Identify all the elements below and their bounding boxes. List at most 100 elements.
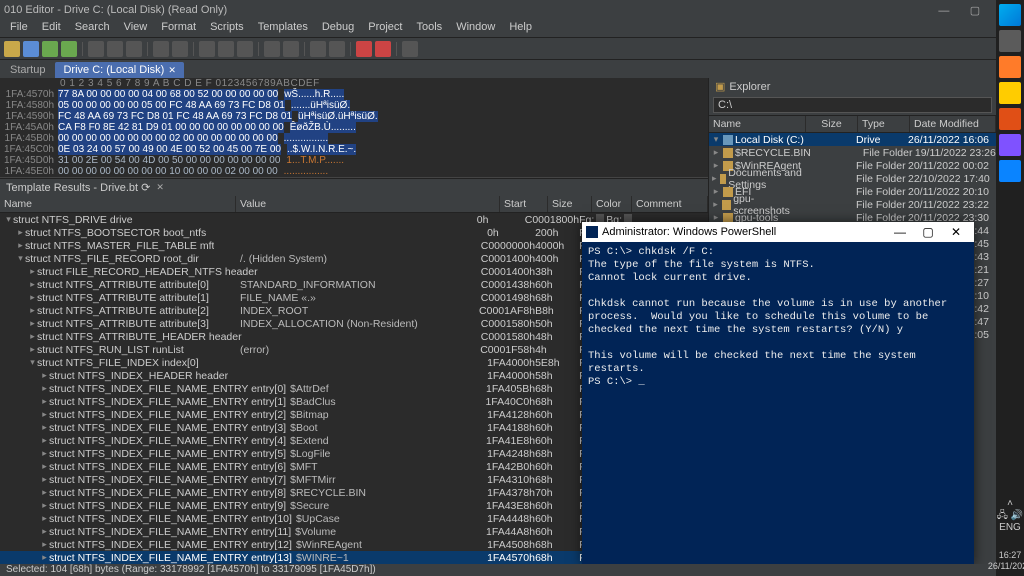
run-script-icon[interactable] [356,41,372,57]
hex-ascii[interactable]: 1...T.M.P....... [280,155,344,166]
toggle2-icon[interactable] [329,41,345,57]
system-tray[interactable]: ˄ 🖧 🔊 ENG [997,498,1023,534]
find-prev-icon[interactable] [237,41,253,57]
tray-lang[interactable]: ENG [997,522,1023,534]
tree-twisty-icon[interactable]: ▸ [16,227,25,238]
powershell-window[interactable]: Administrator: Windows PowerShell — ▢ ✕ … [582,222,974,564]
hex-bytes[interactable]: 0E 03 24 00 57 00 49 00 4E 00 52 00 45 0… [58,144,281,155]
col-start[interactable]: Start [500,196,548,212]
menu-project[interactable]: Project [362,20,408,37]
tray-expand-icon[interactable]: ˄ [997,498,1023,510]
tree-twisty-icon[interactable]: ▸ [40,409,49,420]
minimize-button[interactable]: — [930,5,958,17]
tree-twisty-icon[interactable]: ▸ [40,370,49,381]
tree-twisty-icon[interactable]: ▸ [40,513,49,524]
menu-search[interactable]: Search [69,20,116,37]
col-color[interactable]: Color [592,196,632,212]
explorer-row[interactable]: ▸Documents and SettingsFile Folder22/10/… [709,172,996,185]
menu-file[interactable]: File [4,20,34,37]
hex-ascii[interactable]: ..$.W.I.N.R.E.~. [281,144,356,155]
taskbar-app-icon[interactable] [999,134,1021,156]
new-icon[interactable] [4,41,20,57]
text-icon[interactable] [283,41,299,57]
menu-debug[interactable]: Debug [316,20,360,37]
tree-twisty-icon[interactable]: ▾ [711,134,721,145]
hex-bytes[interactable]: 77 8A 00 00 00 00 04 00 68 00 52 00 00 0… [58,89,278,100]
taskbar-app-icon[interactable] [999,160,1021,182]
tray-network-icon[interactable]: 🖧 🔊 [997,510,1023,522]
powershell-title-bar[interactable]: Administrator: Windows PowerShell — ▢ ✕ [582,222,974,242]
tree-twisty-icon[interactable]: ▸ [28,292,37,303]
tree-twisty-icon[interactable]: ▸ [40,539,49,550]
menu-tools[interactable]: Tools [411,20,449,37]
tree-twisty-icon[interactable]: ▸ [28,305,37,316]
tree-twisty-icon[interactable]: ▸ [711,147,721,158]
taskbar-windows-icon[interactable] [999,4,1021,26]
tree-twisty-icon[interactable]: ▸ [40,552,49,563]
taskbar-app-icon[interactable] [999,30,1021,52]
hex-bytes[interactable]: 05 00 00 00 00 00 05 00 FC 48 AA 69 73 F… [58,100,285,111]
close-button[interactable]: ✕ [942,225,970,239]
hex-ascii[interactable]: wŠ......h.R..... [278,89,344,100]
hex-bytes[interactable]: 00 00 00 00 00 00 00 00 10 00 00 00 02 0… [58,166,278,177]
tab-startup[interactable]: Startup [2,62,53,78]
tree-twisty-icon[interactable]: ▸ [40,500,49,511]
col-date[interactable]: Date Modified [910,116,996,132]
hex-ascii[interactable]: ................ [278,166,328,177]
hex-ascii[interactable]: .......üHªisüØ. [285,100,350,111]
find-next-icon[interactable] [218,41,234,57]
tree-twisty-icon[interactable]: ▸ [40,448,49,459]
powershell-output[interactable]: PS C:\> chkdsk /F C: The type of the fil… [582,242,974,564]
maximize-button[interactable]: ▢ [961,4,989,17]
hex-editor[interactable]: 0 1 2 3 4 5 6 7 8 9 A B C D E F 01234567… [0,78,708,178]
tree-twisty-icon[interactable]: ▸ [40,383,49,394]
tree-twisty-icon[interactable]: ▸ [40,422,49,433]
cut-icon[interactable] [88,41,104,57]
hex-icon[interactable] [264,41,280,57]
run-template-icon[interactable] [375,41,391,57]
tree-twisty-icon[interactable]: ▾ [4,214,13,225]
explorer-row[interactable]: ▸gpu-screenshotsFile Folder20/11/2022 23… [709,198,996,211]
menu-help[interactable]: Help [503,20,538,37]
copy-icon[interactable] [107,41,123,57]
minimize-button[interactable]: — [886,225,914,239]
find-icon[interactable] [199,41,215,57]
paste-icon[interactable] [126,41,142,57]
tree-twisty-icon[interactable]: ▾ [28,357,37,368]
redo-icon[interactable] [172,41,188,57]
hex-ascii[interactable]: ................ [278,133,328,144]
tree-twisty-icon[interactable]: ▸ [16,240,25,251]
hex-bytes[interactable]: 31 00 2E 00 54 00 4D 00 50 00 00 00 00 0… [58,155,280,166]
explorer-row[interactable]: ▾Local Disk (C:)Drive26/11/2022 16:06 [709,133,996,146]
menu-view[interactable]: View [118,20,154,37]
taskbar-clock[interactable]: 16:27 26/11/2022 [988,550,1024,572]
col-type[interactable]: Type [858,116,910,132]
tree-twisty-icon[interactable]: ▸ [40,396,49,407]
tree-twisty-icon[interactable]: ▾ [16,253,25,264]
toggle-icon[interactable] [310,41,326,57]
tree-twisty-icon[interactable]: ▸ [28,318,37,329]
col-comment[interactable]: Comment [632,196,708,212]
menu-window[interactable]: Window [450,20,501,37]
tree-twisty-icon[interactable]: ▸ [40,474,49,485]
hex-ascii[interactable]: ÊøðŽB.Ù......... [284,122,356,133]
tree-twisty-icon[interactable]: ▸ [28,344,37,355]
menu-scripts[interactable]: Scripts [204,20,250,37]
taskbar-app-icon[interactable] [999,108,1021,130]
tab-close-icon[interactable]: ✕ [168,65,176,76]
close-icon[interactable]: ✕ [156,182,164,193]
hex-bytes[interactable]: CA F8 F0 8E 42 81 D9 01 00 00 00 00 00 0… [58,122,284,133]
save-all-icon[interactable] [61,41,77,57]
path-input[interactable] [713,97,992,113]
save-icon[interactable] [42,41,58,57]
tree-twisty-icon[interactable]: ▸ [711,173,718,184]
undo-icon[interactable] [153,41,169,57]
menu-edit[interactable]: Edit [36,20,67,37]
taskbar-firefox-icon[interactable] [999,56,1021,78]
explorer-row[interactable]: ▸$RECYCLE.BINFile Folder19/11/2022 23:26 [709,146,996,159]
hex-bytes[interactable]: 00 00 00 00 00 00 00 00 02 00 00 00 00 0… [58,133,278,144]
col-value[interactable]: Value [236,196,500,212]
hex-bytes[interactable]: FC 48 AA 69 73 FC D8 01 FC 48 AA 69 73 F… [58,111,292,122]
menu-format[interactable]: Format [155,20,202,37]
tree-twisty-icon[interactable]: ▸ [28,331,37,342]
